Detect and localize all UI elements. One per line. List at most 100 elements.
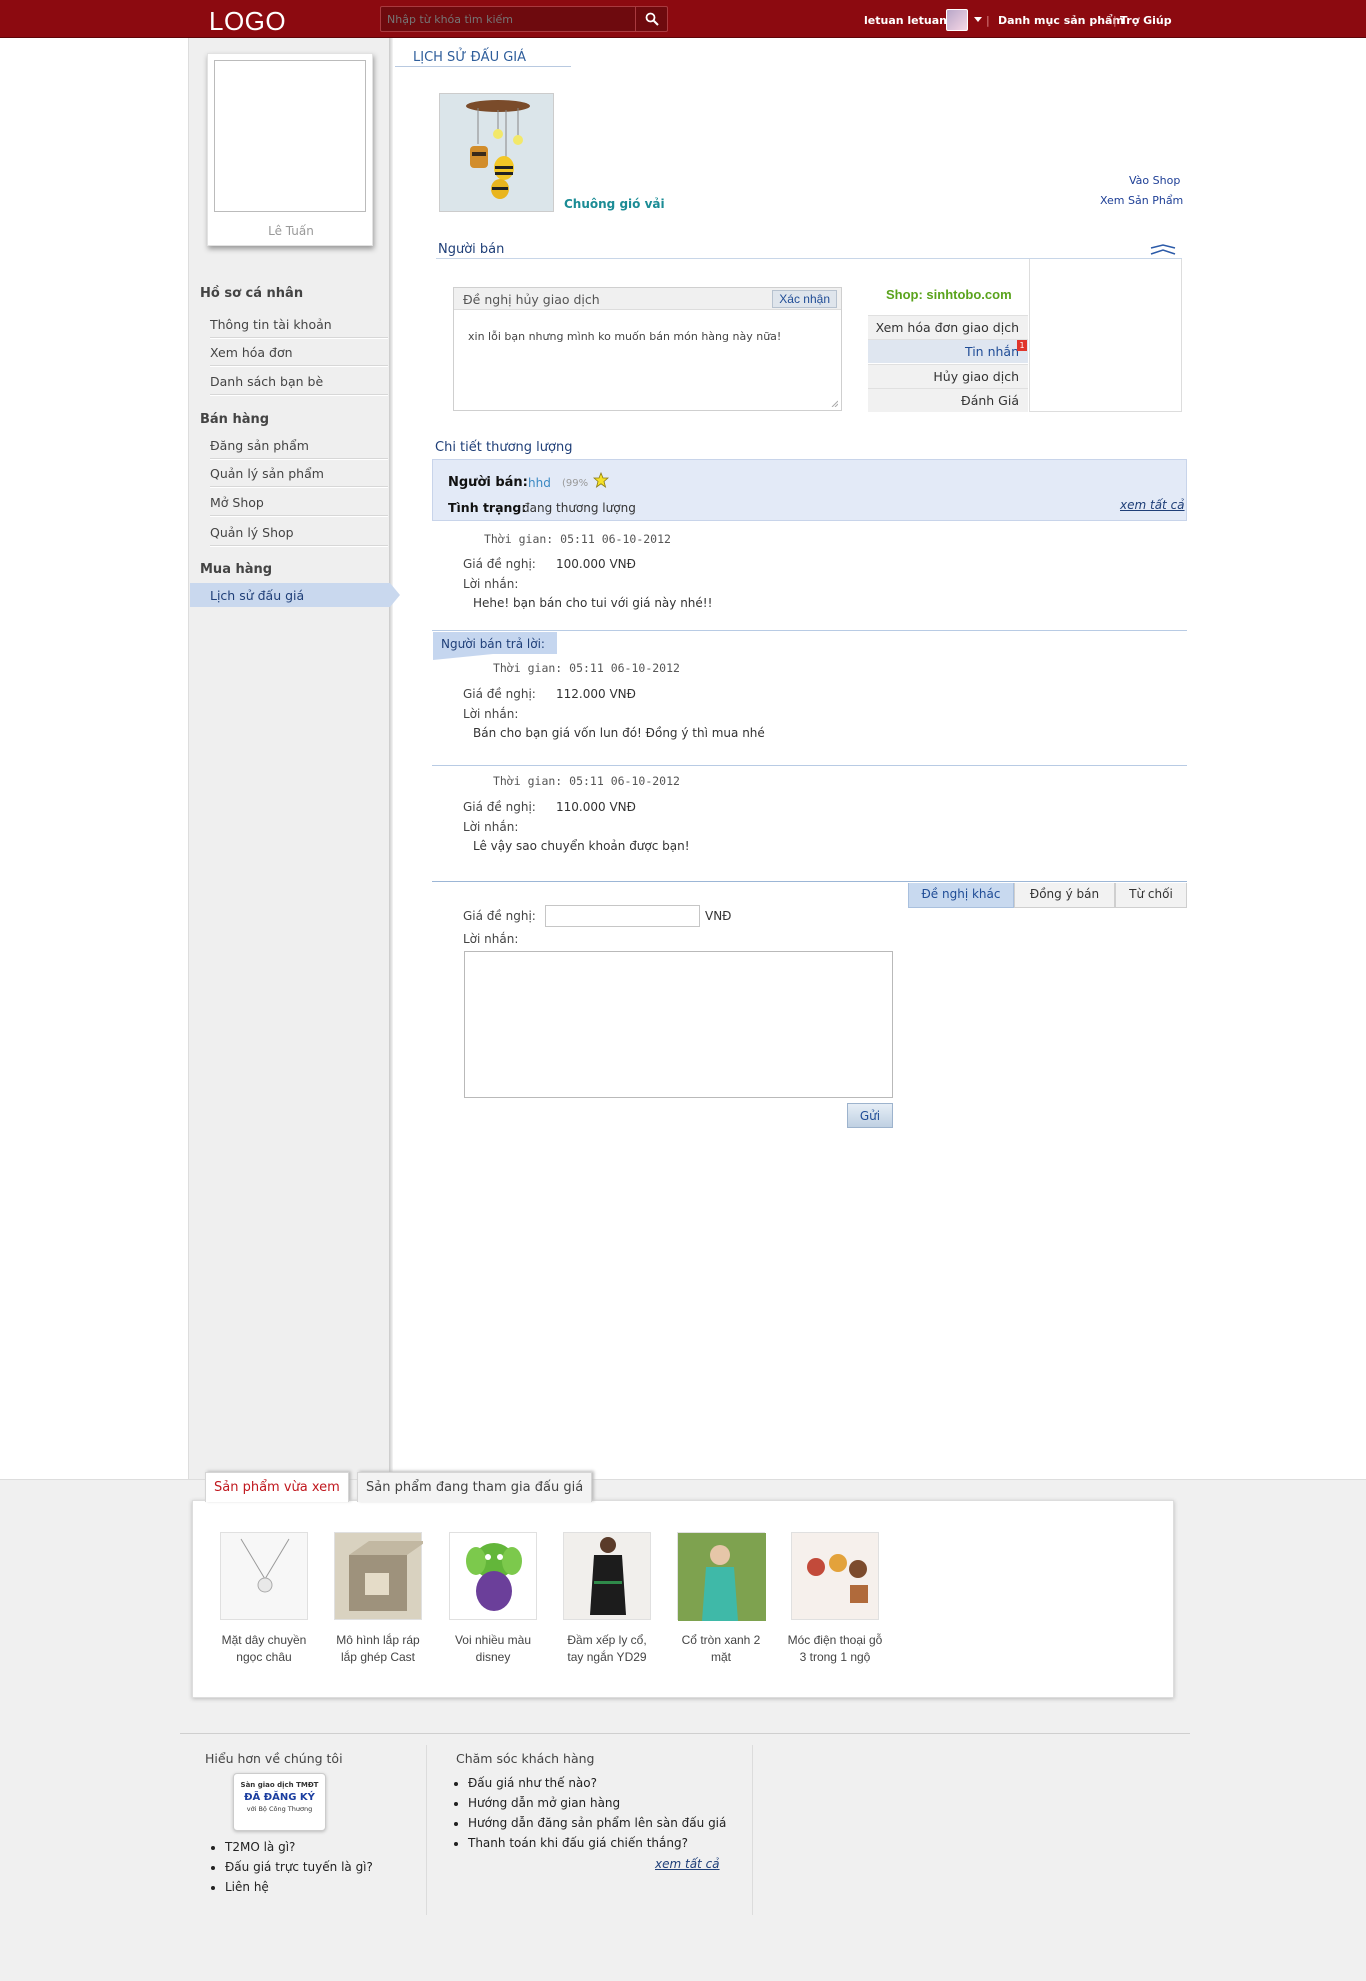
nav-help[interactable]: Trợ Giúp	[1120, 14, 1172, 27]
offer-message: Bán cho bạn giá vốn lun đó! Đồng ý thì m…	[473, 726, 765, 740]
search-input[interactable]	[387, 11, 627, 27]
footer-link-online-auction[interactable]: Đấu giá trực tuyến là gì?	[225, 1860, 373, 1874]
product-name-link[interactable]: Chuông gió vải	[564, 197, 665, 211]
collapse-icon[interactable]	[1150, 244, 1176, 259]
user-avatar[interactable]	[946, 9, 968, 31]
form-message-label: Lời nhắn:	[463, 932, 519, 946]
nav-categories[interactable]: Danh mục sản phẩm	[998, 14, 1124, 27]
sidebar-item-open-shop[interactable]: Mở Shop	[210, 495, 388, 516]
product-name-line1: Mô hình lắp ráp	[336, 1633, 420, 1647]
offer-price: 110.000 VNĐ	[556, 800, 636, 814]
sidebar-divider	[389, 38, 393, 1484]
product-image[interactable]	[439, 93, 554, 212]
sidebar-item-friends[interactable]: Danh sách bạn bè	[210, 374, 388, 395]
product-name-line2: mặt	[710, 1650, 731, 1664]
product-name-line1: Móc điện thoại gỗ	[787, 1633, 883, 1647]
product-card[interactable]: Móc điện thoại gỗ 3 trong 1 ngộ	[779, 1532, 891, 1666]
see-all-link[interactable]: xem tất cả	[1120, 498, 1185, 512]
footer-link-how-to-bid[interactable]: Đấu giá như thế nào?	[468, 1776, 726, 1790]
page-title: LỊCH SỬ ĐẤU GIÁ	[413, 50, 527, 65]
profile-card: Lê Tuấn	[207, 53, 373, 246]
footer-care-links: Đấu giá như thế nào? Hướng dẫn mở gian h…	[450, 1776, 726, 1856]
sidebar-item-manage-products[interactable]: Quản lý sản phẩm	[210, 466, 388, 487]
confirm-button[interactable]: Xác nhận	[772, 290, 837, 308]
product-thumbnail	[220, 1532, 308, 1620]
tab-reject[interactable]: Từ chối	[1115, 883, 1187, 908]
registered-badge[interactable]: Sàn giao dịch TMĐT ĐÃ ĐĂNG KÝ với Bộ Côn…	[233, 1773, 326, 1831]
star-icon	[593, 472, 609, 488]
sidebar-item-manage-shop[interactable]: Quản lý Shop	[210, 525, 388, 546]
sidebar-item-bid-history[interactable]: Lịch sử đấu giá	[210, 588, 388, 608]
sidebar-heading-profile: Hồ sơ cá nhân	[200, 286, 304, 301]
product-card[interactable]: Voi nhiều màu disney	[437, 1532, 549, 1666]
site-logo[interactable]: LOGO	[209, 6, 286, 37]
product-card[interactable]: Mô hình lắp ráp lắp ghép Cast	[322, 1532, 434, 1666]
tab-bidding-products[interactable]: Sản phẩm đang tham gia đấu giá	[357, 1472, 593, 1502]
menu-rating[interactable]: Đánh Giá	[868, 388, 1028, 412]
price-input[interactable]	[545, 905, 700, 927]
product-card[interactable]: Cổ tròn xanh 2 mặt	[665, 1532, 777, 1666]
offer-price: 100.000 VNĐ	[556, 557, 636, 571]
view-product-link[interactable]: Xem Sản Phẩm	[1100, 194, 1183, 207]
status-label: Tình trạng:	[448, 500, 527, 515]
product-name-line2: 3 trong 1 ngộ	[799, 1650, 871, 1664]
product-name-line1: Đầm xếp ly cổ,	[567, 1633, 647, 1647]
message-textarea[interactable]	[464, 951, 893, 1098]
product-thumbnail	[334, 1532, 427, 1620]
badge-line3: với Bộ Công Thương	[246, 1805, 313, 1813]
resize-grip-icon[interactable]	[830, 399, 838, 407]
search-button[interactable]	[635, 7, 667, 31]
profile-photo[interactable]	[214, 60, 366, 212]
product-name-line1: Voi nhiều màu	[454, 1633, 532, 1647]
cancel-panel-header: Đề nghị hủy giao dịch Xác nhận	[454, 288, 841, 310]
sidebar-heading-selling: Bán hàng	[200, 412, 270, 427]
product-name-line1: Mặt dây chuyền	[221, 1633, 307, 1647]
offer-message-label: Lời nhắn:	[463, 577, 519, 591]
footer-link-contact[interactable]: Liên hệ	[225, 1880, 373, 1894]
reply-tag-point	[433, 654, 493, 660]
tab-counter-offer[interactable]: Đề nghị khác	[908, 883, 1014, 908]
sidebar-item-post-product[interactable]: Đăng sản phẩm	[210, 438, 388, 459]
shop-name[interactable]: Shop: sinhtobo.com	[886, 287, 1012, 302]
offer-message: Lê vậy sao chuyển khoản được bạn!	[473, 839, 690, 853]
cancel-request-panel: Đề nghị hủy giao dịch Xác nhận xin lỗi b…	[453, 287, 842, 411]
footer-see-all-link[interactable]: xem tất cả	[655, 1857, 720, 1871]
offer-message-label: Lời nhắn:	[463, 820, 519, 834]
search-icon	[645, 12, 659, 26]
send-button[interactable]: Gửi	[847, 1103, 893, 1128]
sidebar-item-invoices[interactable]: Xem hóa đơn	[210, 345, 388, 366]
product-card[interactable]: Mặt dây chuyền ngọc châu	[208, 1532, 320, 1666]
product-name-line2: disney	[475, 1650, 511, 1664]
footer-about-title: Hiểu hơn về chúng tôi	[205, 1751, 343, 1766]
footer-column-divider	[752, 1745, 753, 1915]
cancel-panel-title: Đề nghị hủy giao dịch	[463, 292, 600, 307]
seller-section-heading: Người bán	[438, 242, 505, 257]
sidebar-item-account-info[interactable]: Thông tin tài khoản	[210, 317, 388, 338]
tab-recently-viewed[interactable]: Sản phẩm vừa xem	[205, 1472, 349, 1502]
visit-shop-link[interactable]: Vào Shop	[1129, 174, 1180, 187]
offer-time: Thời gian: 05:11 06-10-2012	[493, 661, 680, 675]
currency-label: VNĐ	[705, 909, 732, 923]
product-card[interactable]: Đầm xếp ly cổ, tay ngắn YD29	[551, 1532, 663, 1666]
badge-line1: Sàn giao dịch TMĐT	[240, 1781, 319, 1789]
chevron-down-icon[interactable]	[974, 17, 982, 22]
product-thumbnail	[563, 1532, 651, 1620]
sidebar-active-arrow	[390, 583, 400, 607]
action-tabs-line	[432, 881, 1187, 882]
offer-price-label: Giá đề nghị:	[463, 687, 536, 701]
footer-link-open-store[interactable]: Hướng dẫn mở gian hàng	[468, 1796, 726, 1810]
sidebar-heading-buying: Mua hàng	[200, 562, 273, 577]
product-name-line2: tay ngắn YD29	[567, 1650, 647, 1664]
negotiation-heading: Chi tiết thương lượng	[435, 440, 573, 455]
seller-name-link[interactable]: hhd	[528, 476, 551, 490]
product-name-line2: ngọc châu	[236, 1650, 292, 1664]
offer-message-label: Lời nhắn:	[463, 707, 519, 721]
nav-separator: |	[986, 14, 990, 27]
menu-cancel-transaction[interactable]: Hủy giao dịch	[868, 364, 1028, 388]
footer-link-about[interactable]: T2MO là gì?	[225, 1840, 373, 1854]
footer-link-post-product[interactable]: Hướng dẫn đăng sản phẩm lên sàn đấu giá	[468, 1816, 726, 1830]
footer-link-payment[interactable]: Thanh toán khi đấu giá chiến thắng?	[468, 1836, 726, 1850]
menu-messages[interactable]: Tin nhắn	[868, 339, 1028, 363]
tab-agree-sell[interactable]: Đồng ý bán	[1014, 883, 1115, 908]
menu-view-invoice[interactable]: Xem hóa đơn giao dịch	[868, 315, 1028, 339]
